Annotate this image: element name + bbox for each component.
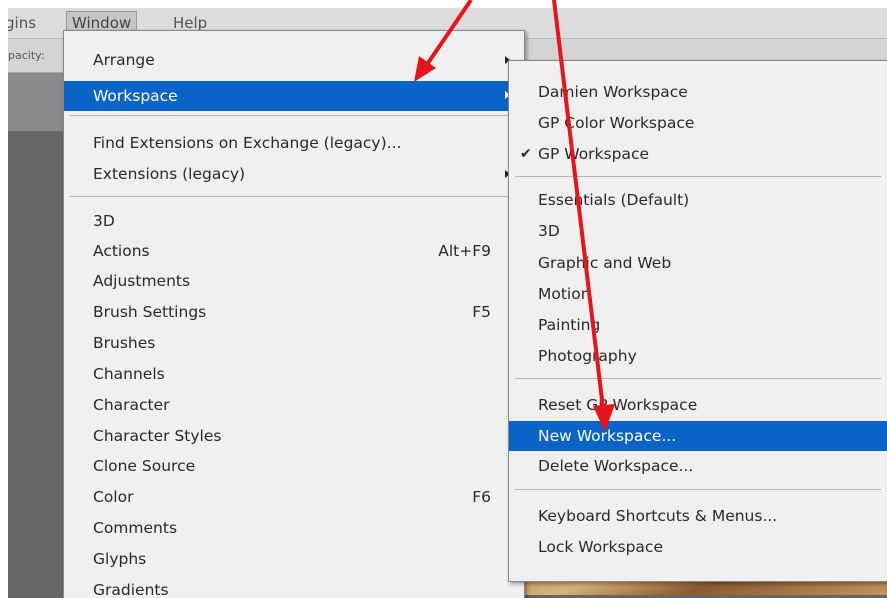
menu-item-delete-workspace[interactable]: Delete Workspace... — [509, 452, 887, 480]
menu-item-damien-workspace[interactable]: Damien Workspace — [509, 78, 887, 106]
menu-item-label: Brush Settings — [93, 303, 207, 321]
menu-item-painting[interactable]: Painting — [509, 311, 887, 339]
menu-item-label: Color — [93, 488, 134, 506]
menu-item-label: GP Workspace — [538, 145, 650, 163]
menu-item-reset-gp-workspace[interactable]: Reset GP Workspace — [509, 391, 887, 419]
menu-item-label: Clone Source — [93, 457, 196, 475]
menu-item-label: Extensions (legacy) — [93, 165, 246, 183]
menu-separator — [515, 176, 881, 177]
menu-item-find-extensions[interactable]: Find Extensions on Exchange (legacy)... — [64, 129, 524, 157]
menu-item-label: Painting — [538, 316, 601, 334]
menu-item-gradients[interactable]: Gradients — [64, 576, 524, 598]
menu-item-label: Gradients — [93, 581, 169, 598]
menu-item-label: Keyboard Shortcuts & Menus... — [538, 507, 778, 525]
menu-item-gp-workspace[interactable]: ✔ GP Workspace — [509, 140, 887, 168]
menu-item-label: Adjustments — [93, 272, 191, 290]
menu-plugins[interactable]: gins — [8, 12, 41, 34]
menu-item-label: Workspace — [93, 87, 178, 105]
menu-item-label: 3D — [538, 222, 560, 240]
menu-item-label: Character — [93, 396, 170, 414]
menu-item-label: Lock Workspace — [538, 538, 663, 556]
menu-item-label: Photography — [538, 347, 637, 365]
menu-item-photography[interactable]: Photography — [509, 342, 887, 370]
workspace-submenu: Damien Workspace GP Color Workspace ✔ GP… — [508, 60, 887, 582]
menu-item-essentials[interactable]: Essentials (Default) — [509, 186, 887, 214]
menu-item-actions[interactable]: Actions Alt+F9 — [64, 237, 524, 265]
menu-item-shortcut: F6 — [472, 488, 491, 506]
menu-item-3d-workspace[interactable]: 3D — [509, 217, 887, 245]
menu-separator — [70, 115, 518, 116]
menu-item-label: Character Styles — [93, 427, 222, 445]
menu-item-gp-color-workspace[interactable]: GP Color Workspace — [509, 109, 887, 137]
menu-item-label: Delete Workspace... — [538, 457, 694, 475]
menu-item-clone-source[interactable]: Clone Source — [64, 452, 524, 480]
menu-item-label: Graphic and Web — [538, 254, 672, 272]
menu-item-motion[interactable]: Motion — [509, 280, 887, 308]
menu-item-label: 3D — [93, 212, 115, 230]
menu-item-3d[interactable]: 3D — [64, 207, 524, 235]
menu-item-character-styles[interactable]: Character Styles — [64, 422, 524, 450]
menu-item-adjustments[interactable]: Adjustments — [64, 267, 524, 295]
menu-separator — [515, 378, 881, 379]
menu-item-brush-settings[interactable]: Brush Settings F5 — [64, 298, 524, 326]
menu-separator — [70, 196, 518, 197]
menu-item-keyboard-shortcuts[interactable]: Keyboard Shortcuts & Menus... — [509, 502, 887, 530]
menu-item-comments[interactable]: Comments — [64, 514, 524, 542]
menu-item-label: Arrange — [93, 51, 155, 69]
menu-item-graphic-and-web[interactable]: Graphic and Web — [509, 249, 887, 277]
menu-item-label: Brushes — [93, 334, 156, 352]
menu-item-label: Damien Workspace — [538, 83, 688, 101]
menu-item-glyphs[interactable]: Glyphs — [64, 545, 524, 573]
menu-item-shortcut: Alt+F9 — [438, 242, 491, 260]
menu-item-arrange[interactable]: Arrange — [64, 46, 524, 74]
window-menu: Arrange Workspace Find Extensions on Exc… — [63, 30, 525, 598]
menu-item-label: Essentials (Default) — [538, 191, 690, 209]
menu-item-brushes[interactable]: Brushes — [64, 329, 524, 357]
menu-item-label: Find Extensions on Exchange (legacy)... — [93, 134, 402, 152]
menu-item-extensions-legacy[interactable]: Extensions (legacy) — [64, 160, 524, 188]
menu-item-color[interactable]: Color F6 — [64, 483, 524, 511]
menu-item-label: Actions — [93, 242, 150, 260]
opacity-label: pacity: — [8, 49, 45, 62]
menu-item-lock-workspace[interactable]: Lock Workspace — [509, 533, 887, 561]
menu-item-label: GP Color Workspace — [538, 114, 695, 132]
menu-item-shortcut: F5 — [472, 303, 491, 321]
photoshop-window-screenshot: gins Window Help pacity: Arrange Workspa… — [0, 0, 887, 598]
menu-item-label: Glyphs — [93, 550, 147, 568]
menu-item-label: New Workspace... — [538, 427, 677, 445]
menu-separator — [515, 489, 881, 490]
checkmark-icon: ✔ — [520, 146, 532, 162]
menu-item-label: Comments — [93, 519, 178, 537]
menu-item-label: Channels — [93, 365, 165, 383]
menu-item-character[interactable]: Character — [64, 391, 524, 419]
menu-item-label: Motion — [538, 285, 591, 303]
menu-item-channels[interactable]: Channels — [64, 360, 524, 388]
menu-item-new-workspace[interactable]: New Workspace... — [509, 421, 887, 451]
menu-item-workspace[interactable]: Workspace — [64, 81, 524, 111]
menu-item-label: Reset GP Workspace — [538, 396, 698, 414]
